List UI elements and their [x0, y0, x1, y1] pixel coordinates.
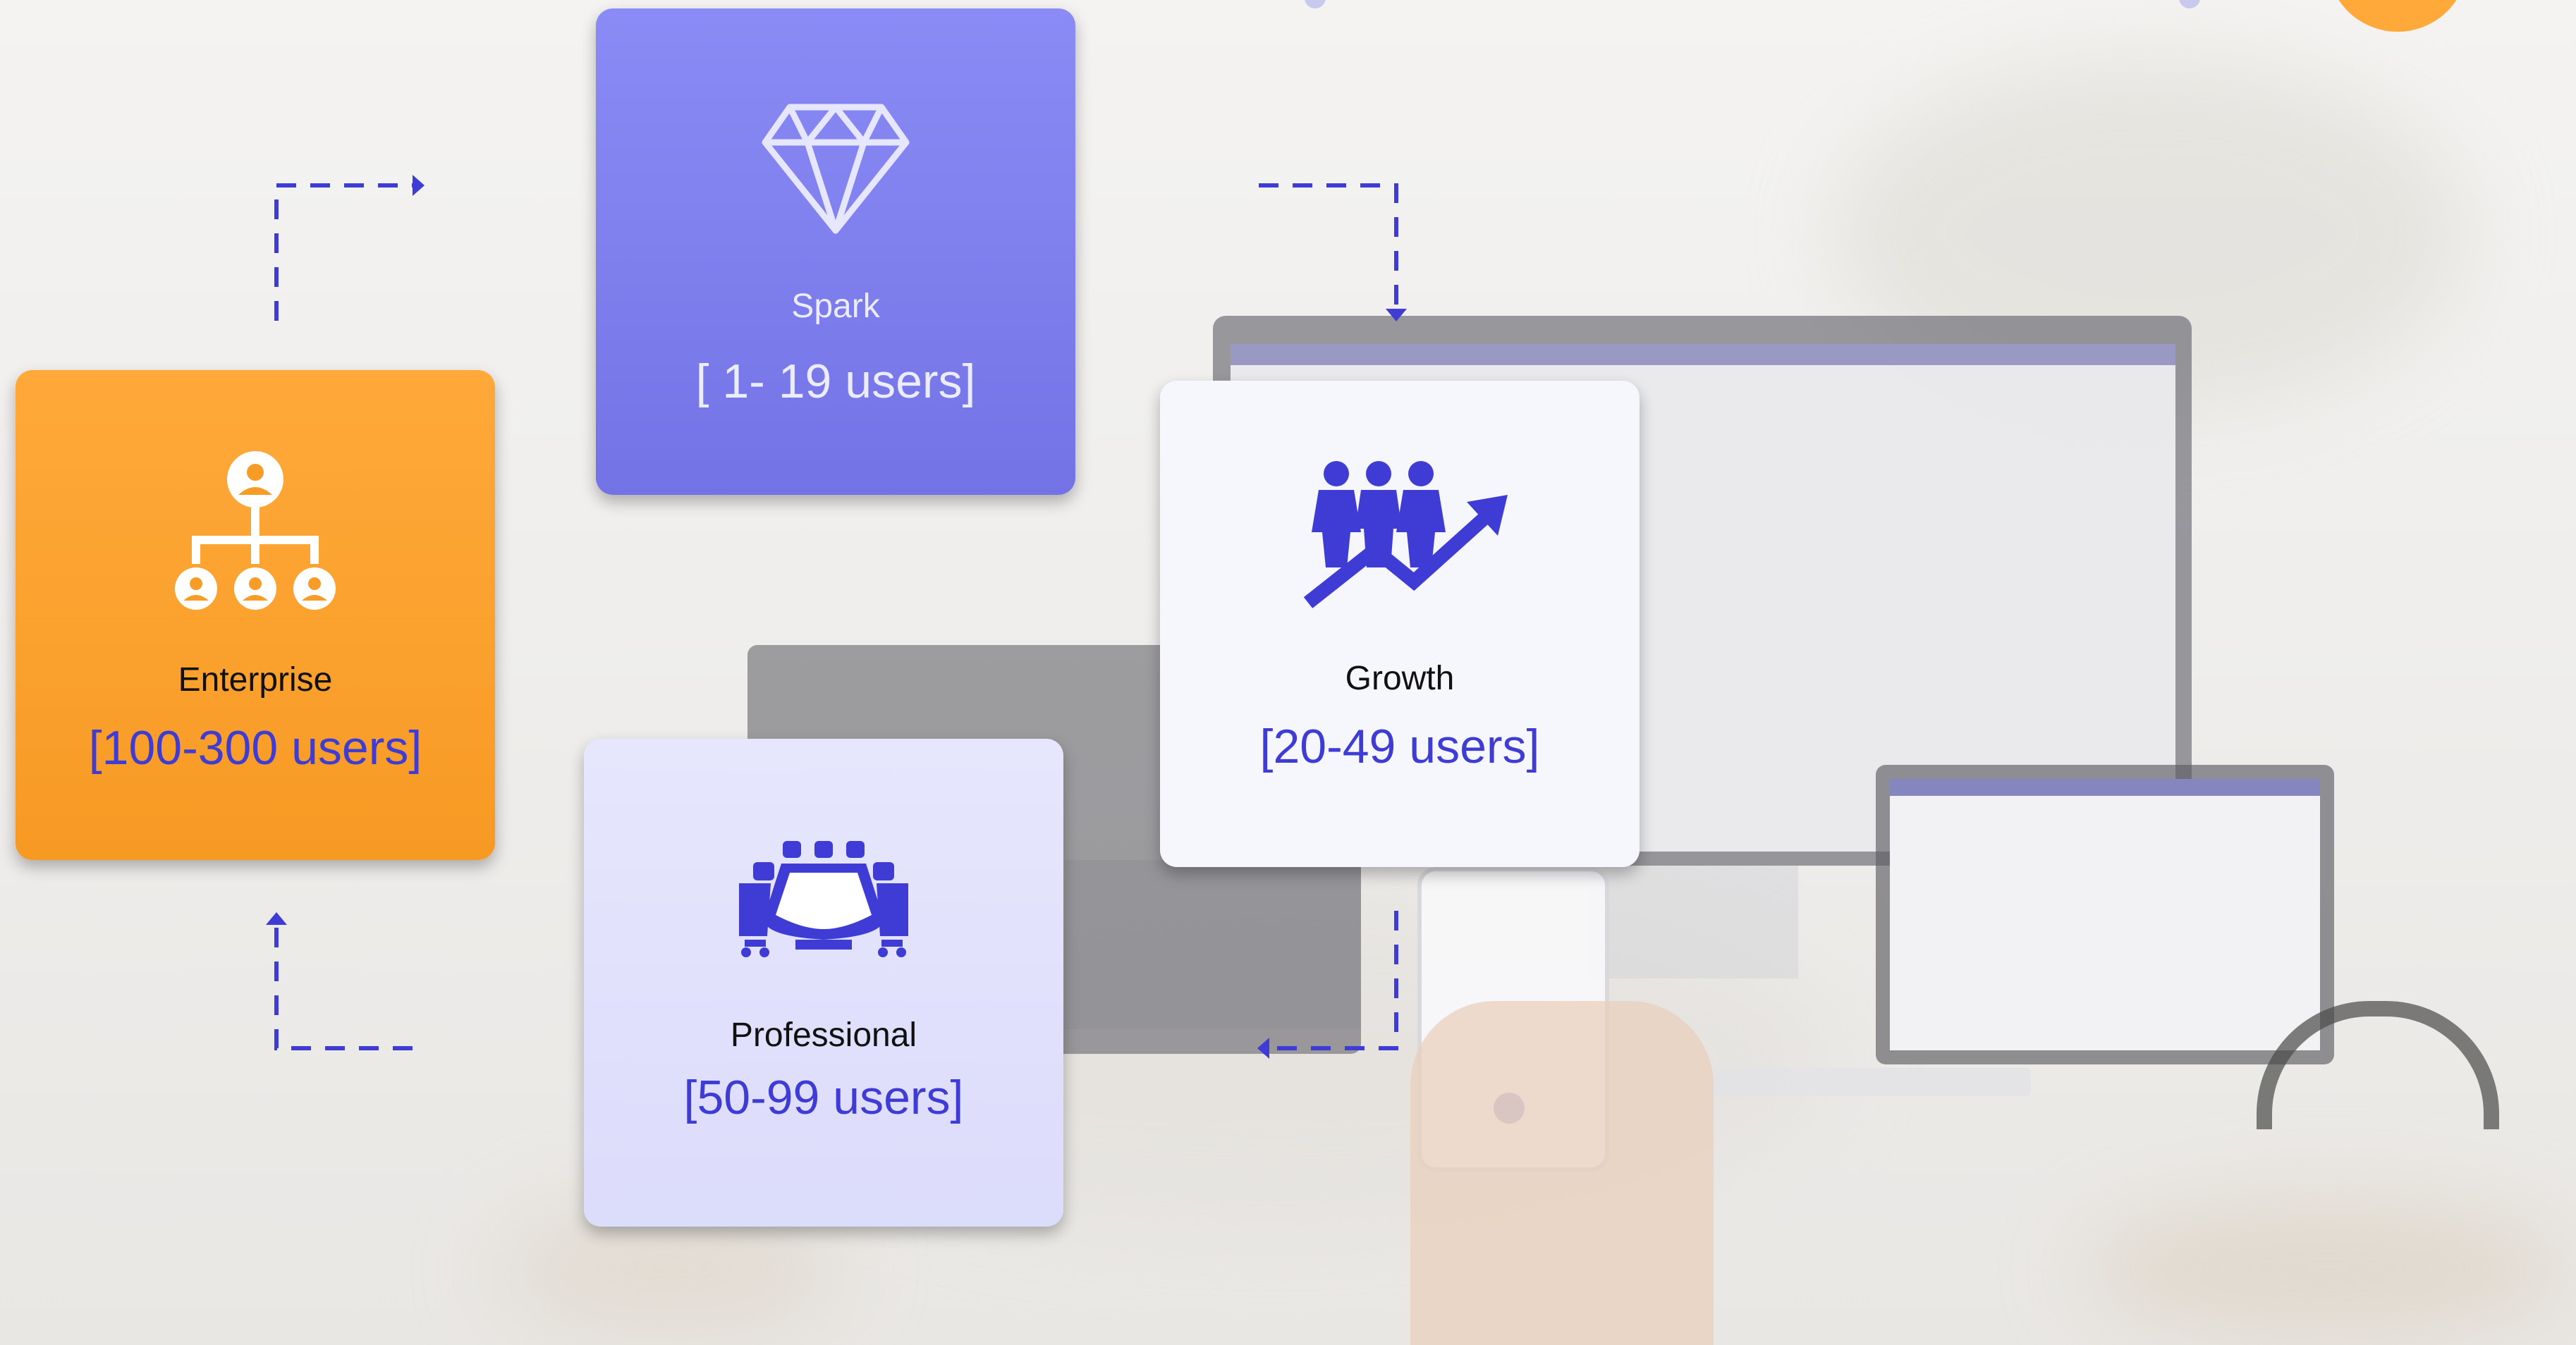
conference-table-icon [739, 841, 908, 957]
tier-name: Spark [791, 288, 880, 325]
team-growth-icon [1303, 461, 1508, 608]
tier-name: Enterprise [178, 661, 333, 699]
diamond-icon [762, 104, 910, 234]
tier-users: [100-300 users] [88, 721, 422, 775]
tier-name: Professional [730, 1017, 917, 1054]
tier-card-spark[interactable]: Spark [ 1- 19 users] [596, 8, 1075, 495]
org-chart-icon [175, 451, 336, 610]
tier-users: [ 1- 19 users] [695, 355, 976, 408]
tier-card-professional[interactable]: Professional [50-99 users] [584, 739, 1063, 1227]
tier-users: [20-49 users] [1259, 720, 1540, 773]
tier-card-growth[interactable]: Growth [20-49 users] [1160, 381, 1640, 867]
tier-users: [50-99 users] [683, 1071, 964, 1124]
tier-name: Growth [1345, 660, 1455, 697]
tier-card-enterprise[interactable]: Enterprise [100-300 users] [16, 370, 495, 860]
